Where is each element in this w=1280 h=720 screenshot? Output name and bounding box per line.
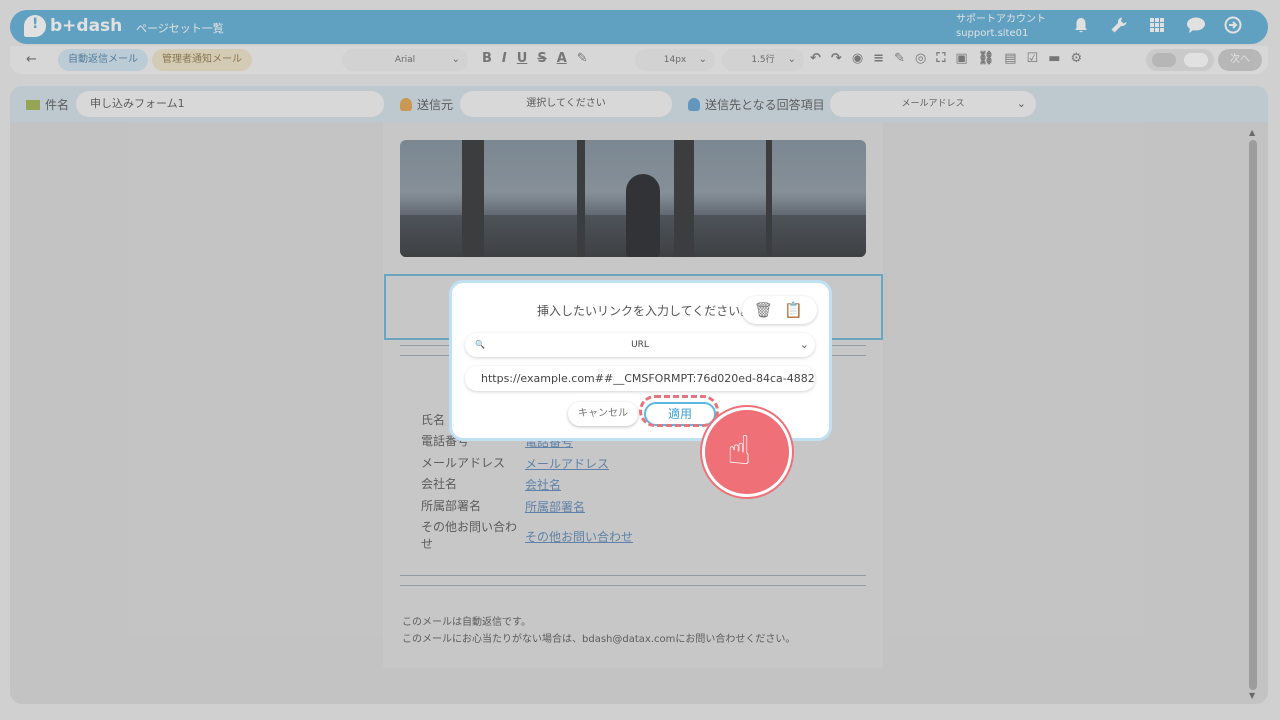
clipboard-icon[interactable]: 📋 xyxy=(784,301,803,319)
tap-pointer: ☝ xyxy=(702,407,792,497)
trash-icon[interactable]: 🗑 xyxy=(754,301,773,319)
hand-pointer-icon: ☝ xyxy=(727,428,752,474)
apply-highlight-ring xyxy=(639,395,719,427)
url-input[interactable]: https://example.com##__CMSFORMPT:76d020e… xyxy=(465,366,815,391)
link-type-select[interactable]: 🔍 URL ⌄ xyxy=(465,333,815,357)
cancel-button[interactable]: キャンセル xyxy=(568,402,638,426)
search-icon: 🔍 xyxy=(475,340,485,349)
dialog-actions: 🗑 📋 xyxy=(742,296,817,324)
dialog-title: 挿入したいリンクを入力してください。 xyxy=(537,304,753,318)
link-type-value: URL xyxy=(631,340,649,350)
chevron-down-icon: ⌄ xyxy=(799,338,809,351)
